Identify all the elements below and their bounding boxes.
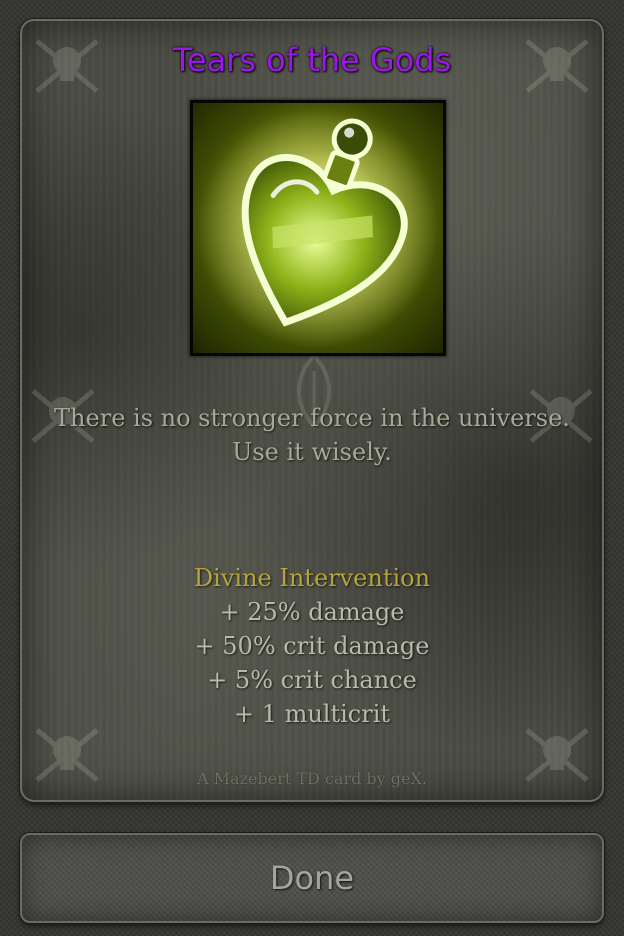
ability-stat: + 25% damage bbox=[219, 598, 405, 626]
card-credit: A Mazebert TD card by geX. bbox=[197, 769, 427, 788]
ability-block: Divine Intervention + 25% damage + 50% c… bbox=[22, 561, 602, 731]
ability-stat: + 50% crit damage bbox=[194, 632, 430, 660]
ability-stat: + 1 multicrit bbox=[233, 700, 391, 728]
description-line: Use it wisely. bbox=[232, 438, 392, 466]
done-button-label: Done bbox=[269, 859, 355, 897]
ability-stat: + 5% crit chance bbox=[207, 666, 417, 694]
done-button[interactable]: Done bbox=[20, 833, 604, 923]
card-description: There is no stronger force in the univer… bbox=[22, 401, 602, 469]
card-title: Tears of the Gods bbox=[172, 41, 452, 79]
heart-potion-icon bbox=[198, 108, 438, 348]
ability-name: Divine Intervention bbox=[193, 564, 431, 592]
description-line: There is no stronger force in the univer… bbox=[54, 404, 570, 432]
card-image bbox=[190, 100, 446, 356]
item-card: Tears of the Gods There is no stronger f… bbox=[20, 19, 604, 802]
